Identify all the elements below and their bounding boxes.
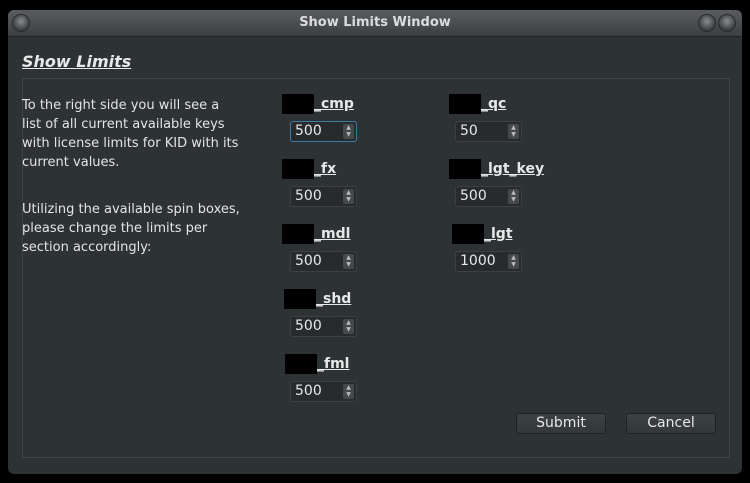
spinbox-value: 500 — [295, 383, 322, 399]
spin-arrows-icon[interactable]: ▲ ▼ — [343, 189, 354, 204]
redacted-block — [449, 94, 481, 114]
limit-spinbox[interactable]: 500 ▲ ▼ — [290, 381, 357, 402]
spin-arrows-icon[interactable]: ▲ ▼ — [508, 124, 519, 139]
maximize-button[interactable] — [718, 14, 736, 32]
limit-spinbox[interactable]: 500 ▲ ▼ — [290, 251, 357, 272]
limit-spinbox[interactable]: 500 ▲ ▼ — [290, 316, 357, 337]
window-title: Show Limits Window — [299, 15, 451, 30]
limit-key: _qc — [481, 96, 507, 112]
spin-arrows-icon[interactable]: ▲ ▼ — [343, 319, 354, 334]
title-bar[interactable]: Show Limits Window — [8, 10, 742, 37]
limit-label: _cmp — [282, 94, 354, 114]
submit-button[interactable]: Submit — [516, 413, 606, 434]
spin-arrows-icon[interactable]: ▲ ▼ — [343, 254, 354, 269]
limit-key: _shd — [316, 291, 352, 307]
spinbox-value: 500 — [295, 188, 322, 204]
section-heading: Show Limits — [22, 52, 132, 71]
redacted-block — [449, 159, 481, 179]
limit-spinbox[interactable]: 1000 ▲ ▼ — [455, 251, 522, 272]
limit-spinbox[interactable]: 50 ▲ ▼ — [455, 121, 522, 142]
instruction-text: Utilizing the available spin boxes, plea… — [22, 202, 240, 255]
limit-key: _fx — [314, 161, 337, 177]
limit-spinbox[interactable]: 500 ▲ ▼ — [290, 121, 357, 142]
spin-arrows-icon[interactable]: ▲ ▼ — [343, 384, 354, 399]
spinbox-value: 50 — [460, 123, 478, 139]
limit-key: _mdl — [314, 226, 351, 242]
spinbox-value: 500 — [295, 123, 322, 139]
limit-key: _fml — [317, 356, 350, 372]
limit-key: _cmp — [314, 96, 354, 112]
limit-label: _fx — [282, 159, 336, 179]
spinbox-value: 500 — [460, 188, 487, 204]
limit-label: _qc — [449, 94, 506, 114]
limit-label: _shd — [284, 289, 351, 309]
redacted-block — [452, 224, 484, 244]
limit-label: _mdl — [282, 224, 350, 244]
window-menu-button[interactable] — [12, 14, 30, 32]
spinbox-value: 1000 — [460, 253, 496, 269]
spin-arrows-icon[interactable]: ▲ ▼ — [343, 124, 354, 139]
minimize-button[interactable] — [698, 14, 716, 32]
redacted-block — [282, 159, 314, 179]
limit-label: _lgt_key — [449, 159, 544, 179]
redacted-block — [285, 354, 317, 374]
limit-label: _lgt — [452, 224, 513, 244]
cancel-button[interactable]: Cancel — [626, 413, 716, 434]
limit-label: _fml — [285, 354, 349, 374]
description-text: To the right side you will see a list of… — [22, 98, 239, 170]
limit-spinbox[interactable]: 500 ▲ ▼ — [455, 186, 522, 207]
spin-arrows-icon[interactable]: ▲ ▼ — [508, 254, 519, 269]
spinbox-value: 500 — [295, 318, 322, 334]
spinbox-value: 500 — [295, 253, 322, 269]
spin-arrows-icon[interactable]: ▲ ▼ — [508, 189, 519, 204]
redacted-block — [284, 289, 316, 309]
limit-spinbox[interactable]: 500 ▲ ▼ — [290, 186, 357, 207]
limit-key: _lgt — [484, 226, 513, 242]
limit-key: _lgt_key — [481, 161, 545, 177]
redacted-block — [282, 224, 314, 244]
redacted-block — [282, 94, 314, 114]
